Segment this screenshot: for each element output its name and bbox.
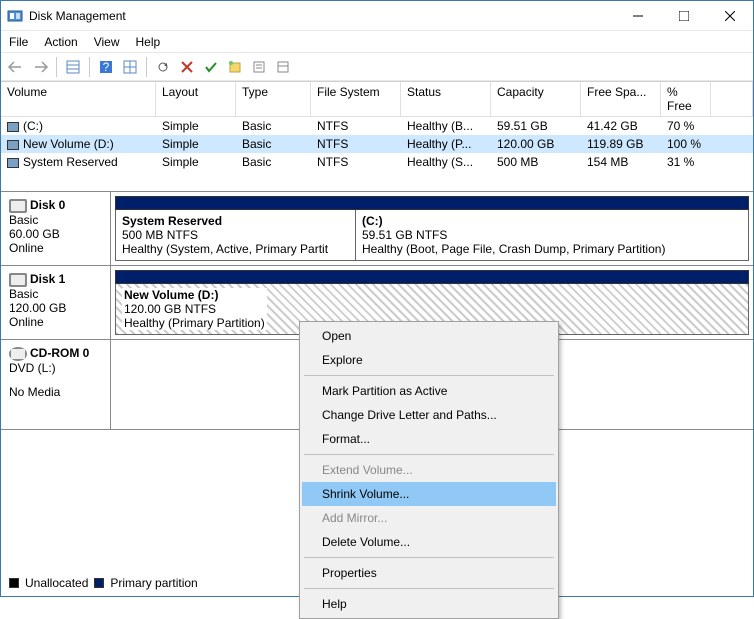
ctx-shrink-volume[interactable]: Shrink Volume... <box>302 482 556 506</box>
legend-swatch-primary <box>94 578 104 588</box>
legend: Unallocated Primary partition <box>9 576 198 590</box>
ctx-properties[interactable]: Properties <box>302 561 556 585</box>
properties-icon[interactable] <box>248 56 270 78</box>
menubar: File Action View Help <box>1 31 753 53</box>
context-menu: Open Explore Mark Partition as Active Ch… <box>299 321 559 619</box>
disk-row: Disk 0 Basic 60.00 GB Online System Rese… <box>1 192 753 266</box>
app-icon <box>7 8 23 24</box>
menu-help[interactable]: Help <box>136 35 161 49</box>
ctx-mark-active[interactable]: Mark Partition as Active <box>302 379 556 403</box>
table-row-selected[interactable]: New Volume (D:) Simple Basic NTFS Health… <box>1 135 753 153</box>
menu-action[interactable]: Action <box>44 35 77 49</box>
partition-bar <box>115 270 749 284</box>
col-type[interactable]: Type <box>236 82 311 117</box>
partition-bar <box>115 196 749 210</box>
legend-swatch-unallocated <box>9 578 19 588</box>
view-list-icon[interactable] <box>62 56 84 78</box>
col-status[interactable]: Status <box>401 82 491 117</box>
table-row[interactable]: (C:) Simple Basic NTFS Healthy (B... 59.… <box>1 117 753 135</box>
ctx-format[interactable]: Format... <box>302 427 556 451</box>
refresh-icon[interactable] <box>152 56 174 78</box>
ctx-extend-volume: Extend Volume... <box>302 458 556 482</box>
partition[interactable]: System Reserved 500 MB NTFS Healthy (Sys… <box>116 210 356 260</box>
ctx-add-mirror: Add Mirror... <box>302 506 556 530</box>
window-title: Disk Management <box>29 9 615 23</box>
ctx-change-drive-letter[interactable]: Change Drive Letter and Paths... <box>302 403 556 427</box>
toolbar: ? <box>1 53 753 81</box>
disk-label[interactable]: Disk 0 Basic 60.00 GB Online <box>1 192 111 265</box>
ctx-open[interactable]: Open <box>302 324 556 348</box>
close-button[interactable] <box>707 1 753 31</box>
svg-text:?: ? <box>103 60 110 74</box>
disk-icon <box>9 273 27 287</box>
settings-icon[interactable] <box>272 56 294 78</box>
col-layout[interactable]: Layout <box>156 82 236 117</box>
volume-icon <box>7 158 19 168</box>
new-icon[interactable] <box>224 56 246 78</box>
check-icon[interactable] <box>200 56 222 78</box>
back-button[interactable] <box>5 56 27 78</box>
col-fs[interactable]: File System <box>311 82 401 117</box>
col-pct[interactable]: % Free <box>661 82 711 117</box>
volume-icon <box>7 122 19 132</box>
col-spacer <box>711 82 753 117</box>
volume-table: Volume Layout Type File System Status Ca… <box>1 81 753 171</box>
volume-icon <box>7 140 19 150</box>
forward-button[interactable] <box>29 56 51 78</box>
help-icon[interactable]: ? <box>95 56 117 78</box>
titlebar: Disk Management <box>1 1 753 31</box>
table-row[interactable]: System Reserved Simple Basic NTFS Health… <box>1 153 753 171</box>
ctx-explore[interactable]: Explore <box>302 348 556 372</box>
table-header: Volume Layout Type File System Status Ca… <box>1 82 753 117</box>
col-capacity[interactable]: Capacity <box>491 82 581 117</box>
partition[interactable]: (C:) 59.51 GB NTFS Healthy (Boot, Page F… <box>356 210 748 260</box>
col-free[interactable]: Free Spa... <box>581 82 661 117</box>
disk-icon <box>9 199 27 213</box>
ctx-delete-volume[interactable]: Delete Volume... <box>302 530 556 554</box>
disk-label[interactable]: Disk 1 Basic 120.00 GB Online <box>1 266 111 339</box>
col-volume[interactable]: Volume <box>1 82 156 117</box>
disk-strip: System Reserved 500 MB NTFS Healthy (Sys… <box>111 192 753 265</box>
menu-view[interactable]: View <box>94 35 120 49</box>
minimize-button[interactable] <box>615 1 661 31</box>
maximize-button[interactable] <box>661 1 707 31</box>
delete-icon[interactable] <box>176 56 198 78</box>
disk-label[interactable]: CD-ROM 0 DVD (L:) No Media <box>1 340 111 429</box>
menu-file[interactable]: File <box>9 35 28 49</box>
ctx-help[interactable]: Help <box>302 592 556 616</box>
cdrom-icon <box>9 347 27 361</box>
view-grid-icon[interactable] <box>119 56 141 78</box>
